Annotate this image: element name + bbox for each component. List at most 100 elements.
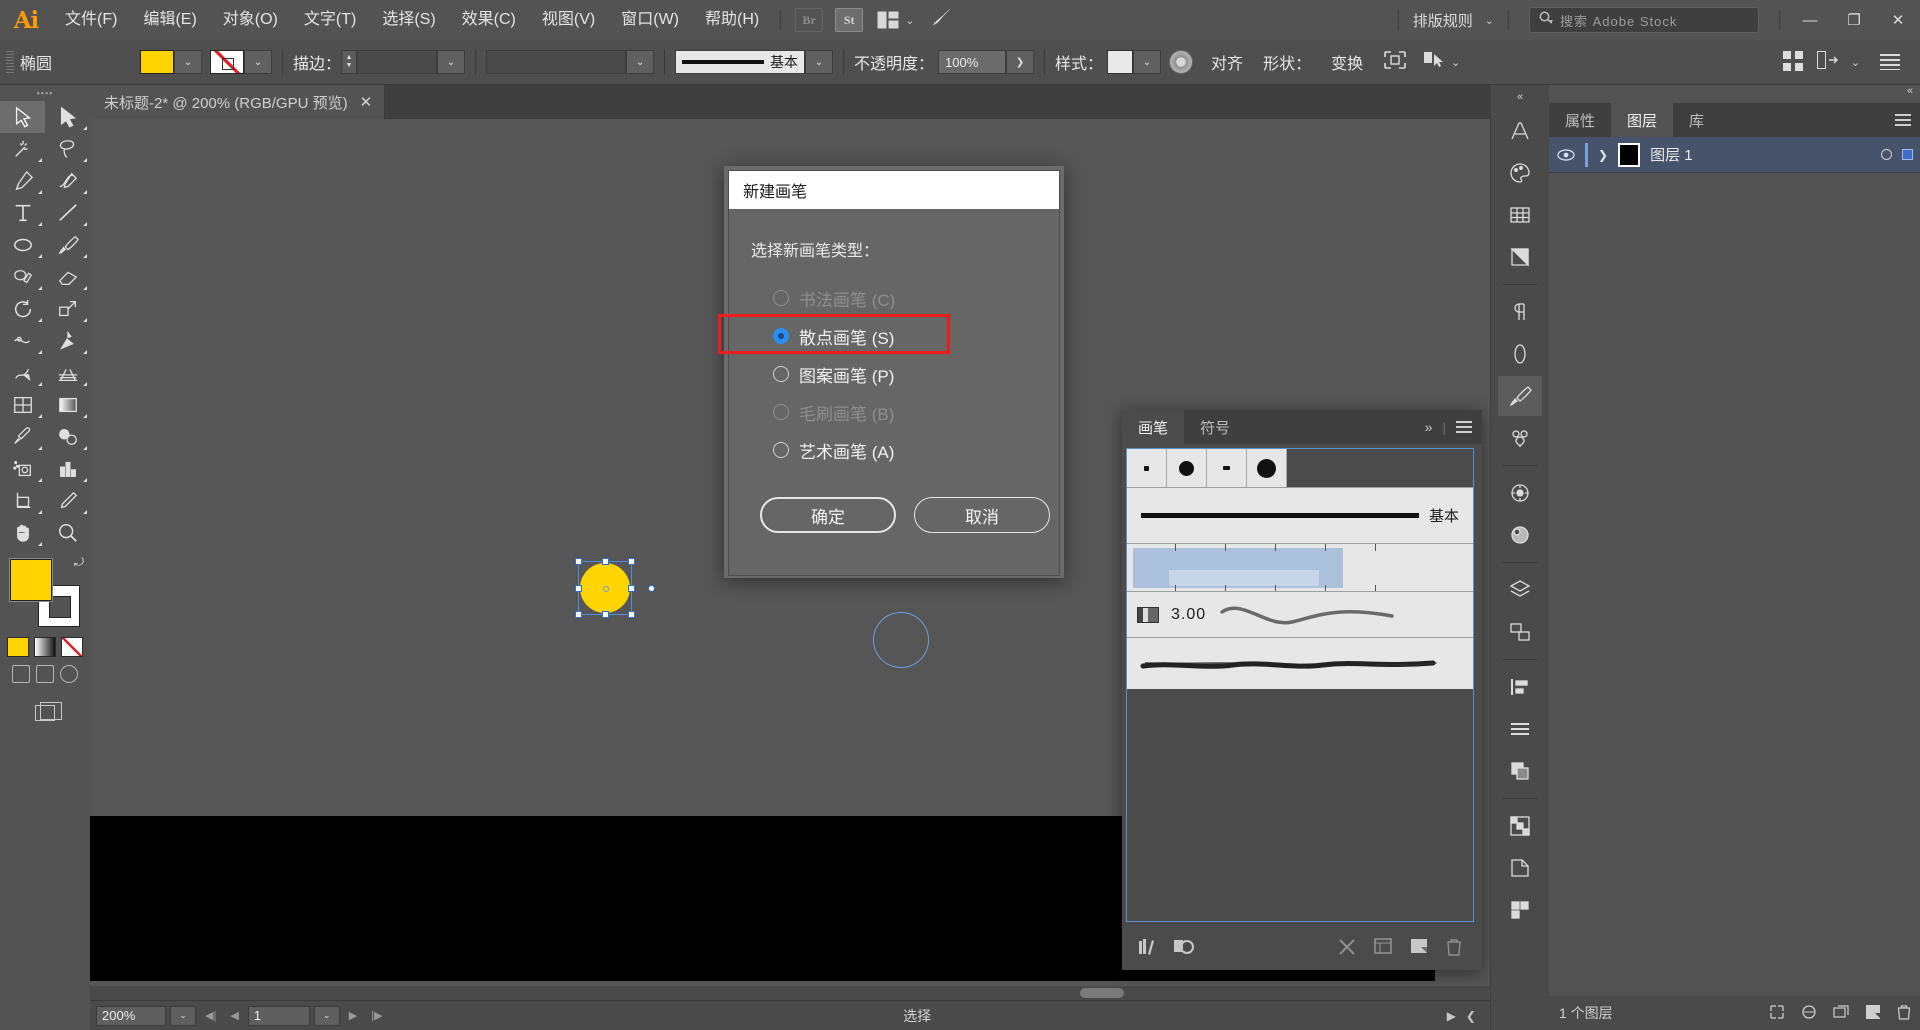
select-similar-objects-icon[interactable] — [1423, 50, 1445, 75]
menu-effect[interactable]: 效果(C) — [449, 0, 529, 40]
handle-mid-right[interactable] — [628, 585, 635, 592]
screen-mode-button[interactable] — [0, 702, 90, 721]
rocket-icon[interactable] — [930, 6, 952, 34]
column-graph-tool[interactable] — [45, 453, 90, 485]
brush-1pt-round[interactable] — [1127, 449, 1167, 487]
last-artboard-icon[interactable]: |▶ — [366, 1009, 387, 1022]
panel-menu-icon[interactable] — [1456, 421, 1472, 433]
stock-search-input[interactable]: 搜索 Adobe Stock — [1529, 7, 1759, 33]
rotate-tool[interactable] — [0, 293, 45, 325]
make-clipping-mask-icon[interactable] — [1801, 1004, 1817, 1023]
restore-button[interactable]: ❐ — [1832, 0, 1876, 40]
artboard-tool[interactable] — [0, 485, 45, 517]
libraries-panel-icon[interactable] — [1174, 938, 1196, 960]
draw-normal-icon[interactable] — [12, 665, 30, 683]
appearance-panel-icon[interactable] — [1498, 473, 1542, 513]
close-icon[interactable]: ✕ — [360, 93, 373, 111]
pen-tool[interactable] — [0, 165, 45, 197]
transform-button[interactable]: 变换 — [1321, 50, 1373, 74]
handle-top-center[interactable] — [602, 558, 609, 565]
slice-tool[interactable] — [45, 485, 90, 517]
collapse-panels-icon[interactable]: « — [1517, 91, 1523, 109]
delete-selection-icon[interactable] — [1897, 1004, 1911, 1023]
stroke-weight-field[interactable] — [357, 50, 438, 74]
recolor-artwork-icon[interactable] — [1169, 50, 1194, 74]
basic-brush-row[interactable]: 基本 — [1127, 487, 1473, 543]
stock-icon[interactable]: St — [835, 8, 864, 32]
target-indicator-icon[interactable] — [1881, 149, 1892, 160]
stroke-dropdown-chevron-icon[interactable]: ⌄ — [244, 50, 272, 74]
menu-help[interactable]: 帮助(H) — [692, 0, 772, 40]
shape-properties-button[interactable]: 形状： — [1253, 50, 1321, 74]
delete-brush-icon[interactable] — [1446, 938, 1462, 960]
radio-pattern-brush[interactable]: 图案画笔 (P) — [751, 355, 1059, 393]
perspective-grid-tool[interactable] — [45, 357, 90, 389]
hand-tool[interactable] — [0, 517, 45, 549]
brushes-list[interactable]: 基本 3.00 — [1126, 448, 1474, 922]
cancel-button[interactable]: 取消 — [914, 497, 1050, 533]
draw-inside-icon[interactable] — [60, 665, 78, 683]
document-tab[interactable]: 未标题-2* @ 200% (RGB/GPU 预览) ✕ — [90, 85, 386, 119]
tools-panel-grip[interactable]: ▪▪▪▪ — [0, 85, 90, 101]
opacity-value-field[interactable]: 100% — [938, 50, 1007, 74]
radio-selected-icon[interactable] — [773, 328, 789, 344]
brush-10pt-round[interactable] — [1247, 449, 1287, 487]
menu-window[interactable]: 窗口(W) — [608, 0, 692, 40]
free-transform-tool[interactable] — [45, 325, 90, 357]
type-tool[interactable] — [0, 197, 45, 229]
selection-indicator-icon[interactable] — [1902, 149, 1913, 160]
control-bar-grip[interactable] — [6, 51, 14, 73]
style-chevron-icon[interactable]: ⌄ — [1133, 50, 1162, 74]
bridge-icon[interactable]: Br — [795, 8, 824, 32]
charcoal-brush-row[interactable] — [1127, 637, 1473, 689]
radio-art-brush[interactable]: 艺术画笔 (A) — [751, 431, 1059, 469]
blend-tool[interactable] — [45, 421, 90, 453]
character-panel-icon[interactable] — [1498, 111, 1542, 151]
arrange-chevron-down-icon[interactable]: ⌄ — [1851, 56, 1860, 69]
menu-type[interactable]: 文字(T) — [291, 0, 369, 40]
width-tool[interactable] — [0, 325, 45, 357]
zoom-level-field[interactable]: 200% — [96, 1005, 166, 1026]
handle-top-right[interactable] — [628, 558, 635, 565]
menu-file[interactable]: 文件(F) — [52, 0, 130, 40]
artboards-panel-icon[interactable] — [1498, 612, 1542, 652]
lasso-tool[interactable] — [45, 133, 90, 165]
radio-icon[interactable] — [773, 366, 789, 382]
layer-name[interactable]: 图层 1 — [1650, 144, 1693, 165]
opacity-expand-icon[interactable]: ❯ — [1006, 50, 1035, 74]
gradient-panel-icon[interactable] — [1498, 237, 1542, 277]
color-panel-icon[interactable] — [1498, 153, 1542, 193]
line-segment-tool[interactable] — [45, 197, 90, 229]
radio-icon[interactable] — [773, 442, 789, 458]
brush-3pt-round[interactable] — [1167, 449, 1207, 487]
handle-bottom-center[interactable] — [602, 611, 609, 618]
new-brush-icon[interactable] — [1410, 938, 1428, 960]
select-similar-chevron-down-icon[interactable]: ⌄ — [1451, 56, 1460, 69]
gradient-button[interactable] — [34, 637, 56, 657]
workspace-chevron-down-icon[interactable]: ⌄ — [1485, 14, 1494, 27]
create-new-layer-icon[interactable] — [1865, 1004, 1881, 1023]
ellipse-tool[interactable] — [0, 229, 45, 261]
gradient-tool[interactable] — [45, 389, 90, 421]
expand-panel-icon[interactable]: » — [1425, 419, 1433, 435]
status-next-icon[interactable]: ▶ — [1447, 1009, 1456, 1023]
brush-definition-preview[interactable]: 基本 — [675, 50, 806, 74]
workspace-switcher[interactable]: 排版规则 — [1407, 10, 1479, 31]
symbol-sprayer-tool[interactable] — [0, 453, 45, 485]
document-grid-icon[interactable] — [1782, 51, 1805, 73]
options-of-selected-object-icon[interactable] — [1374, 938, 1392, 960]
next-artboard-icon[interactable]: ▶ — [344, 1009, 362, 1022]
stroke-weight-chevron-icon[interactable]: ⌄ — [437, 50, 466, 74]
handle-bottom-right[interactable] — [628, 611, 635, 618]
fill-dropdown-chevron-icon[interactable]: ⌄ — [174, 50, 202, 74]
bristle-brush-row[interactable]: 3.00 — [1127, 591, 1473, 637]
art-brush-row[interactable] — [1127, 543, 1473, 591]
arrange-chevron-down-icon[interactable]: ⌄ — [905, 14, 914, 27]
pathfinder-panel-icon[interactable] — [1498, 751, 1542, 791]
draw-behind-icon[interactable] — [36, 665, 54, 683]
visibility-eye-icon[interactable] — [1557, 146, 1575, 164]
arrange-documents-icon[interactable] — [1816, 50, 1841, 74]
radio-scatter-brush[interactable]: 散点画笔 (S) — [751, 317, 1059, 355]
paintbrush-tool[interactable] — [45, 229, 90, 261]
first-artboard-icon[interactable]: ◀| — [200, 1009, 221, 1022]
